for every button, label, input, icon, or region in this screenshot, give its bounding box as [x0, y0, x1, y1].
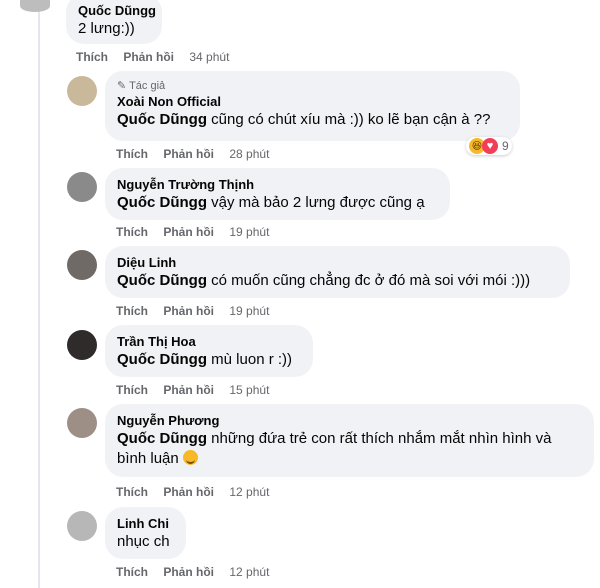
comment-time[interactable]: 19 phút: [229, 225, 269, 239]
mention-link[interactable]: Quốc Dũngg: [117, 430, 207, 447]
smiling-face-with-hearts-icon: [182, 450, 198, 465]
comment-bubble: Linh Chi nhục ch: [105, 507, 186, 559]
comment-bubble: Nguyễn Phương Quốc Dũngg những đứa trẻ c…: [105, 404, 594, 477]
comment-text: Quốc Dũngg những đứa trẻ con rất thích n…: [117, 430, 552, 447]
avatar[interactable]: [67, 511, 97, 541]
like-button[interactable]: Thích: [116, 147, 148, 161]
reply-button[interactable]: Phản hồi: [163, 304, 214, 318]
comment-bubble: Nguyễn Trường Thịnh Quốc Dũngg vậy mà bả…: [105, 168, 450, 220]
comment-actions: Thích Phản hồi 28 phút: [116, 147, 269, 161]
comment-actions: Thích Phản hồi 34 phút: [76, 50, 229, 64]
reply-button[interactable]: Phản hồi: [123, 50, 174, 64]
author-badge: ✎ Tác giả: [117, 80, 166, 92]
comment-actions: Thích Phản hồi 12 phút: [116, 485, 269, 499]
thread-line: [38, 0, 40, 588]
like-button[interactable]: Thích: [116, 225, 148, 239]
mention-link[interactable]: Quốc Dũngg: [117, 272, 207, 289]
reply-button[interactable]: Phản hồi: [163, 225, 214, 239]
comment-author[interactable]: Linh Chi: [117, 515, 174, 532]
reaction-summary[interactable]: 😆 ♥ 9: [466, 137, 512, 155]
like-button[interactable]: Thích: [76, 50, 108, 64]
comment-time[interactable]: 12 phút: [229, 565, 269, 579]
comment-text: nhục ch: [117, 533, 170, 550]
comment-author[interactable]: Diệu Linh: [117, 254, 558, 271]
like-button[interactable]: Thích: [116, 565, 148, 579]
comment-author[interactable]: Nguyễn Phương: [117, 412, 582, 429]
comment-text: Quốc Dũngg mù luon r :)): [117, 351, 293, 368]
comment-author[interactable]: Xoài Non Official: [117, 93, 508, 110]
comment-author[interactable]: Quốc Dũngg: [78, 2, 156, 19]
comment-text: 2 lưng:)): [78, 20, 135, 37]
reply-button[interactable]: Phản hồi: [163, 485, 214, 499]
comment-author[interactable]: Nguyễn Trường Thịnh: [117, 176, 438, 193]
comment-bubble: Quốc Dũngg 2 lưng:)): [66, 0, 162, 44]
comment-text-line2: bình luận: [117, 449, 582, 469]
avatar[interactable]: [67, 76, 97, 106]
like-button[interactable]: Thích: [116, 383, 148, 397]
avatar[interactable]: [67, 330, 97, 360]
comment-bubble: Trần Thị Hoa Quốc Dũngg mù luon r :)): [105, 325, 313, 377]
comment-bubble: Diệu Linh Quốc Dũngg có muốn cũng chẳng …: [105, 246, 570, 298]
comment-time[interactable]: 28 phút: [229, 147, 269, 161]
reply-button[interactable]: Phản hồi: [163, 565, 214, 579]
pencil-icon: ✎: [117, 80, 127, 92]
comment-text: Quốc Dũngg cũng có chút xíu mà :)) ko lẽ…: [117, 111, 491, 128]
comment-time[interactable]: 12 phút: [229, 485, 269, 499]
comment-actions: Thích Phản hồi 19 phút: [116, 225, 269, 239]
like-button[interactable]: Thích: [116, 485, 148, 499]
comment-actions: Thích Phản hồi 19 phút: [116, 304, 269, 318]
heart-reaction-icon: ♥: [482, 138, 498, 154]
avatar[interactable]: [67, 408, 97, 438]
avatar[interactable]: [67, 172, 97, 202]
like-button[interactable]: Thích: [116, 304, 148, 318]
mention-link[interactable]: Quốc Dũngg: [117, 111, 207, 128]
comment-text: Quốc Dũngg vậy mà bảo 2 lưng được cũng ạ: [117, 194, 425, 211]
avatar[interactable]: [67, 250, 97, 280]
comment-author[interactable]: Trần Thị Hoa: [117, 333, 301, 350]
comment-time[interactable]: 15 phút: [229, 383, 269, 397]
reaction-count: 9: [502, 139, 509, 153]
comment-text: Quốc Dũngg có muốn cũng chẳng đc ở đó mà…: [117, 272, 531, 289]
mention-link[interactable]: Quốc Dũngg: [117, 194, 207, 211]
mention-link[interactable]: Quốc Dũngg: [117, 351, 207, 368]
avatar[interactable]: [20, 0, 50, 12]
comment-actions: Thích Phản hồi 15 phút: [116, 383, 269, 397]
comment-actions: Thích Phản hồi 12 phút: [116, 565, 269, 579]
reply-button[interactable]: Phản hồi: [163, 383, 214, 397]
reply-button[interactable]: Phản hồi: [163, 147, 214, 161]
comment-time[interactable]: 34 phút: [189, 50, 229, 64]
comment-time[interactable]: 19 phút: [229, 304, 269, 318]
comment-bubble: ✎ Tác giả Xoài Non Official Quốc Dũngg c…: [105, 71, 520, 141]
